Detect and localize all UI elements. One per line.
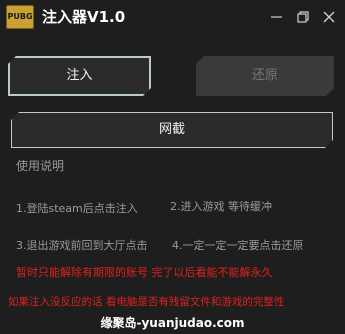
window-title: 注入器V1.0 (42, 8, 126, 26)
watermark-text: 缘聚岛-yuanjudao.com (100, 316, 245, 330)
restore-action-button: 还原 (196, 56, 334, 96)
minimize-icon (271, 16, 282, 18)
app-logo: PUBG (6, 5, 34, 29)
warning-line-1: 暂时只能解除有期限的账号 完了以后看能不能解永久 (16, 266, 273, 279)
instructions-heading: 使用说明 (16, 159, 65, 173)
app-window: PUBG 注入器V1.0 注入 还原 网截 使用说明 1.登陆steam后点击注… (0, 0, 345, 334)
close-button[interactable] (318, 6, 340, 28)
netcafe-button[interactable]: 网截 (11, 112, 333, 148)
restore-icon (297, 11, 309, 23)
inject-button[interactable]: 注入 (8, 56, 151, 96)
restore-button[interactable] (292, 6, 314, 28)
instruction-step-3: 3.退出游戏前回到大厅点击 (16, 239, 148, 252)
instruction-step-1: 1.登陆steam后点击注入 (16, 202, 138, 215)
close-icon (323, 11, 335, 23)
minimize-button[interactable] (266, 6, 288, 28)
instruction-step-4: 4.一定一定一定要点击还原 (172, 239, 304, 252)
warning-line-2: 如果注入没反应的话 看电脑是否有残留文件和游戏的完整性 (8, 296, 285, 308)
instruction-step-2: 2.进入游戏 等待缓冲 (170, 200, 272, 213)
title-bar: PUBG 注入器V1.0 (0, 0, 345, 36)
